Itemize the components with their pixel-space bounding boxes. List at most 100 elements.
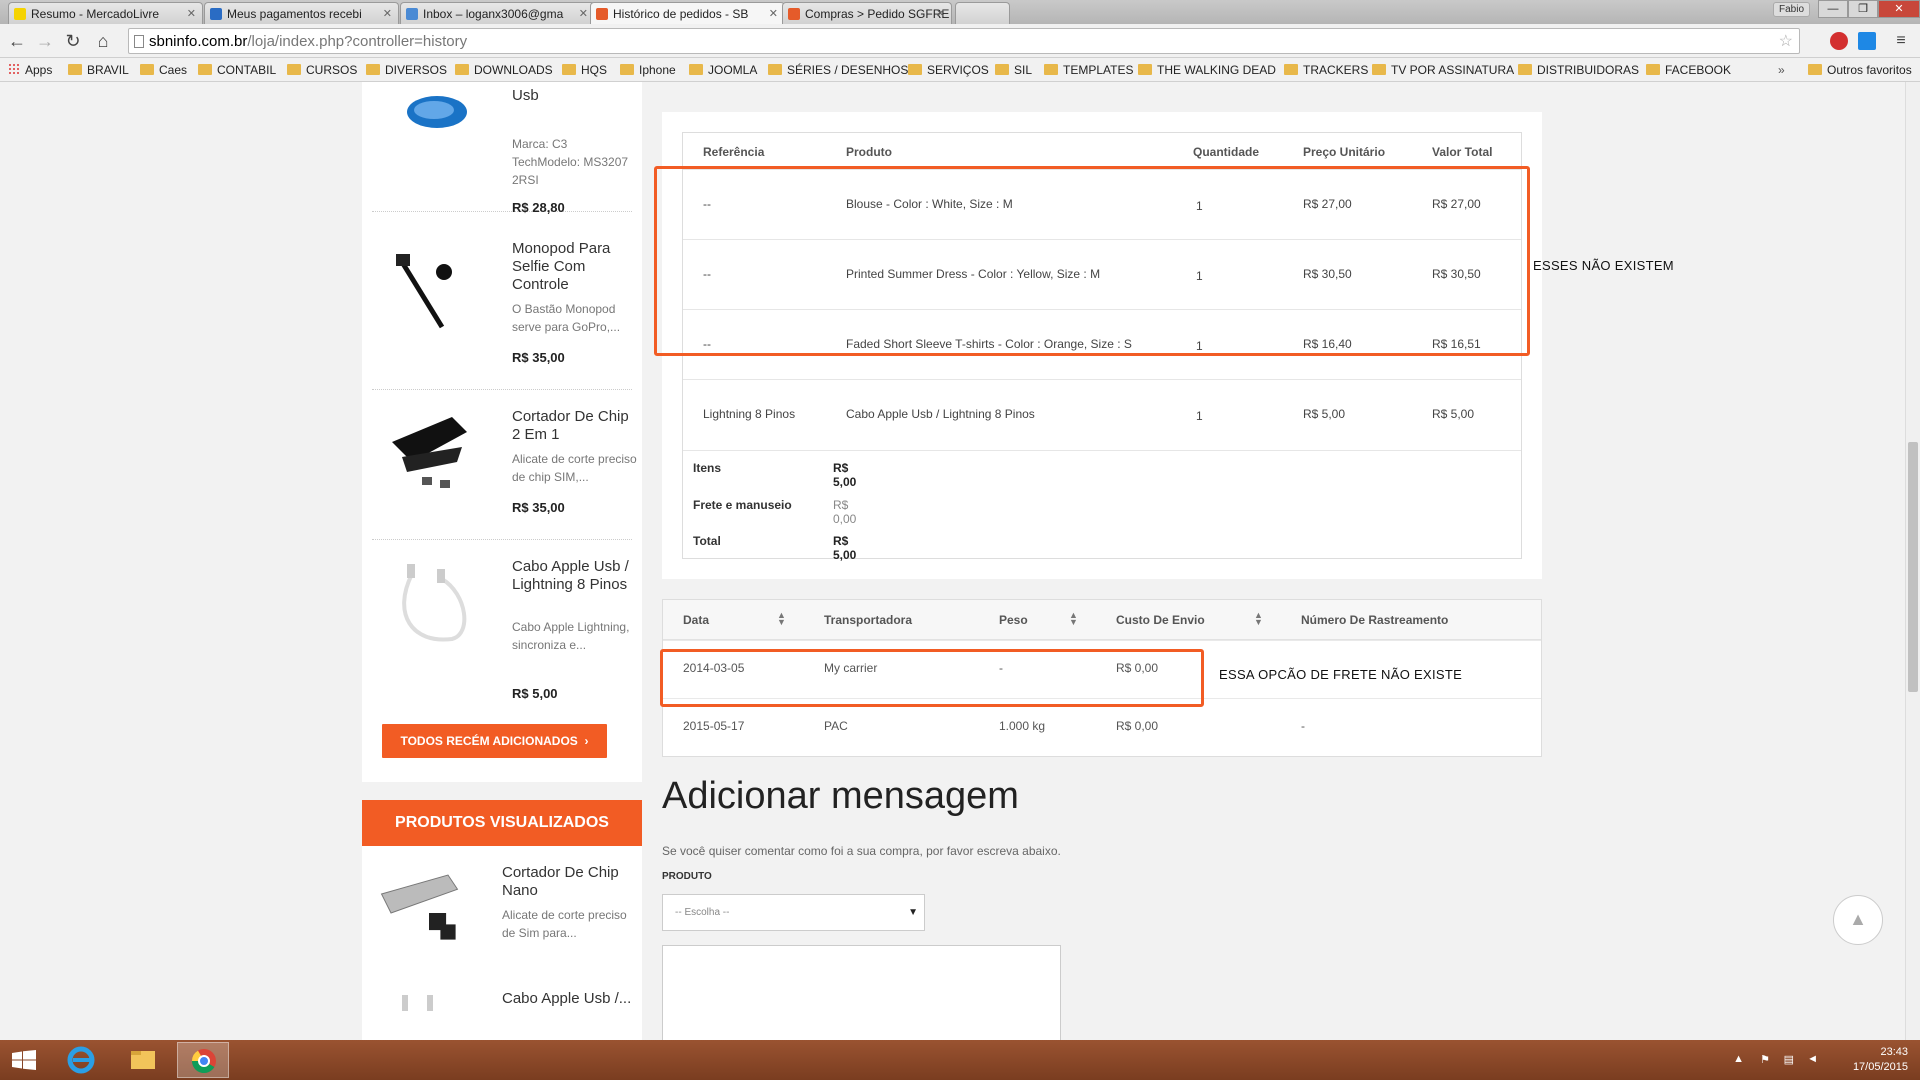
scrollbar-thumb[interactable]	[1908, 442, 1918, 692]
clock-date: 17/05/2015	[1852, 1061, 1908, 1073]
col-header-transportadora[interactable]: Transportadora	[824, 613, 912, 627]
folder-icon	[768, 64, 782, 75]
address-bar[interactable]: sbninfo.com.br/loja/index.php?controller…	[128, 28, 1800, 54]
chrome-icon[interactable]	[177, 1042, 229, 1078]
more-bookmarks-icon[interactable]: »	[1778, 63, 1785, 77]
scroll-to-top-button[interactable]: ▲	[1833, 895, 1883, 945]
col-header-peso[interactable]: Peso	[999, 613, 1028, 627]
col-header-referencia[interactable]: Referência	[703, 145, 764, 159]
bookmark-folder[interactable]: TRACKERS	[1284, 63, 1368, 77]
sort-icon[interactable]: ▲ ▼	[777, 611, 786, 627]
bookmark-folder[interactable]: CONTABIL	[198, 63, 276, 77]
total-value: R$ 5,00	[833, 461, 857, 489]
product-name[interactable]: Monopod Para Selfie Com Controle	[512, 240, 637, 294]
col-header-data[interactable]: Data	[683, 613, 709, 627]
close-tab-icon[interactable]: ✕	[187, 7, 196, 20]
bookmark-folder[interactable]: JOOMLA	[689, 63, 757, 77]
tab-inbox[interactable]: Inbox – loganx3006@gma ✕	[400, 2, 595, 24]
internet-explorer-icon[interactable]	[55, 1042, 107, 1078]
bookmark-folder[interactable]: SIL	[995, 63, 1032, 77]
bookmark-other[interactable]: Outros favoritos	[1808, 63, 1912, 77]
new-tab-button[interactable]	[955, 2, 1010, 24]
taskbar-clock[interactable]: 23:43 17/05/2015	[1853, 1045, 1908, 1075]
sort-icon[interactable]: ▲ ▼	[1069, 611, 1078, 627]
recent-products-sidebar: Usb Marca: C3 TechModelo: MS3207 2RSI R$…	[362, 82, 642, 782]
bookmark-folder[interactable]: CURSOS	[287, 63, 357, 77]
col-header-rastreamento[interactable]: Número De Rastreamento	[1301, 613, 1448, 627]
cell-qty: 1	[1196, 409, 1203, 423]
mercadolivre-favicon-icon	[14, 8, 26, 20]
product-item[interactable]: Cabo Apple Usb /...	[372, 976, 632, 1036]
bookmark-folder[interactable]: TEMPLATES	[1044, 63, 1133, 77]
vertical-scrollbar[interactable]	[1905, 82, 1920, 1040]
tab-pagamentos[interactable]: Meus pagamentos recebi ✕	[204, 2, 399, 24]
show-hidden-icons-icon[interactable]: ▲	[1733, 1053, 1744, 1065]
extension-icon[interactable]	[1858, 32, 1876, 50]
maximize-button[interactable]: ❐	[1848, 0, 1878, 18]
folder-icon	[198, 64, 212, 75]
product-item[interactable]: Cortador De Chip 2 Em 1 Alicate de corte…	[372, 390, 637, 540]
browser-tab-bar: Resumo - MercadoLivre ✕ Meus pagamentos …	[0, 0, 1920, 24]
message-textarea[interactable]	[662, 945, 1061, 1040]
product-name[interactable]: Usb	[512, 87, 637, 105]
home-icon[interactable]: ⌂	[92, 30, 114, 52]
col-header-produto[interactable]: Produto	[846, 145, 892, 159]
bookmark-folder[interactable]: THE WALKING DEAD	[1138, 63, 1276, 77]
product-description: Alicate de corte preciso de chip SIM,...	[512, 452, 637, 484]
close-tab-icon[interactable]: ✕	[579, 7, 588, 20]
cell-ref: Lightning 8 Pinos	[703, 407, 796, 421]
product-item[interactable]: Usb Marca: C3 TechModelo: MS3207 2RSI R$…	[372, 82, 632, 215]
product-description: Cabo Apple Lightning, sincroniza e...	[512, 620, 630, 652]
folder-icon	[1372, 64, 1386, 75]
profile-badge[interactable]: Fabio	[1772, 2, 1810, 17]
url-host: sbninfo.com.br	[149, 33, 248, 50]
close-window-button[interactable]: ✕	[1878, 0, 1920, 18]
bookmark-apps[interactable]: Apps	[8, 63, 52, 77]
volume-icon[interactable]: ◄	[1807, 1053, 1818, 1065]
bookmark-folder[interactable]: Caes	[140, 63, 187, 77]
back-icon[interactable]: ←	[6, 30, 28, 52]
product-name[interactable]: Cortador De Chip Nano	[502, 864, 637, 900]
bookmark-folder[interactable]: TV POR ASSINATURA	[1372, 63, 1514, 77]
bookmark-folder[interactable]: SÉRIES / DESENHOS	[768, 63, 908, 77]
menu-icon[interactable]: ≡	[1890, 30, 1912, 52]
col-header-preco-unitario[interactable]: Preço Unitário	[1303, 145, 1385, 159]
product-name[interactable]: Cabo Apple Usb / Lightning 8 Pinos	[512, 558, 637, 594]
tab-historico[interactable]: Histórico de pedidos - SB ✕	[590, 2, 785, 24]
action-center-flag-icon[interactable]: ⚑	[1760, 1053, 1770, 1066]
product-item[interactable]: Cortador De Chip Nano Alicate de corte p…	[372, 856, 632, 976]
close-tab-icon[interactable]: ✕	[936, 7, 945, 20]
product-item[interactable]: Monopod Para Selfie Com Controle O Bastã…	[372, 222, 632, 390]
file-explorer-icon[interactable]	[117, 1042, 169, 1078]
close-tab-icon[interactable]: ✕	[769, 7, 778, 20]
product-name[interactable]: Cortador De Chip 2 Em 1	[512, 408, 637, 444]
col-header-custo-envio[interactable]: Custo De Envio	[1116, 613, 1205, 627]
bookmark-folder[interactable]: FACEBOOK	[1646, 63, 1731, 77]
reload-icon[interactable]: ↻	[62, 30, 84, 52]
tab-compras[interactable]: Compras > Pedido SGFRE ✕	[782, 2, 952, 24]
network-icon[interactable]: ▤	[1784, 1053, 1794, 1066]
bookmark-folder[interactable]: Iphone	[620, 63, 676, 77]
forward-icon[interactable]: →	[34, 30, 56, 52]
product-select[interactable]: -- Escolha -- ▼	[662, 894, 925, 931]
browser-toolbar: ← → ↻ ⌂ sbninfo.com.br/loja/index.php?co…	[0, 24, 1920, 58]
bookmark-star-icon[interactable]: ☆	[1779, 31, 1793, 51]
col-header-quantidade[interactable]: Quantidade	[1193, 145, 1259, 159]
folder-icon	[1808, 64, 1822, 75]
bookmark-folder[interactable]: DISTRIBUIDORAS	[1518, 63, 1639, 77]
todos-recem-adicionados-button[interactable]: TODOS RECÉM ADICIONADOS ›	[382, 724, 607, 758]
bookmark-folder[interactable]: DIVERSOS	[366, 63, 447, 77]
bookmark-folder[interactable]: DOWNLOADS	[455, 63, 553, 77]
close-tab-icon[interactable]: ✕	[383, 7, 392, 20]
col-header-valor-total[interactable]: Valor Total	[1432, 145, 1492, 159]
bookmark-folder[interactable]: SERVIÇOS	[908, 63, 989, 77]
tab-mercadolivre[interactable]: Resumo - MercadoLivre ✕	[8, 2, 203, 24]
extension-icon[interactable]	[1830, 32, 1848, 50]
minimize-button[interactable]: —	[1818, 0, 1848, 18]
windows-start-icon[interactable]	[12, 1050, 36, 1070]
sort-icon[interactable]: ▲ ▼	[1254, 611, 1263, 627]
bookmark-folder[interactable]: BRAVIL	[68, 63, 129, 77]
product-item[interactable]: Cabo Apple Usb / Lightning 8 Pinos Cabo …	[372, 540, 632, 705]
bookmark-folder[interactable]: HQS	[562, 63, 607, 77]
product-name[interactable]: Cabo Apple Usb /...	[502, 990, 642, 1008]
